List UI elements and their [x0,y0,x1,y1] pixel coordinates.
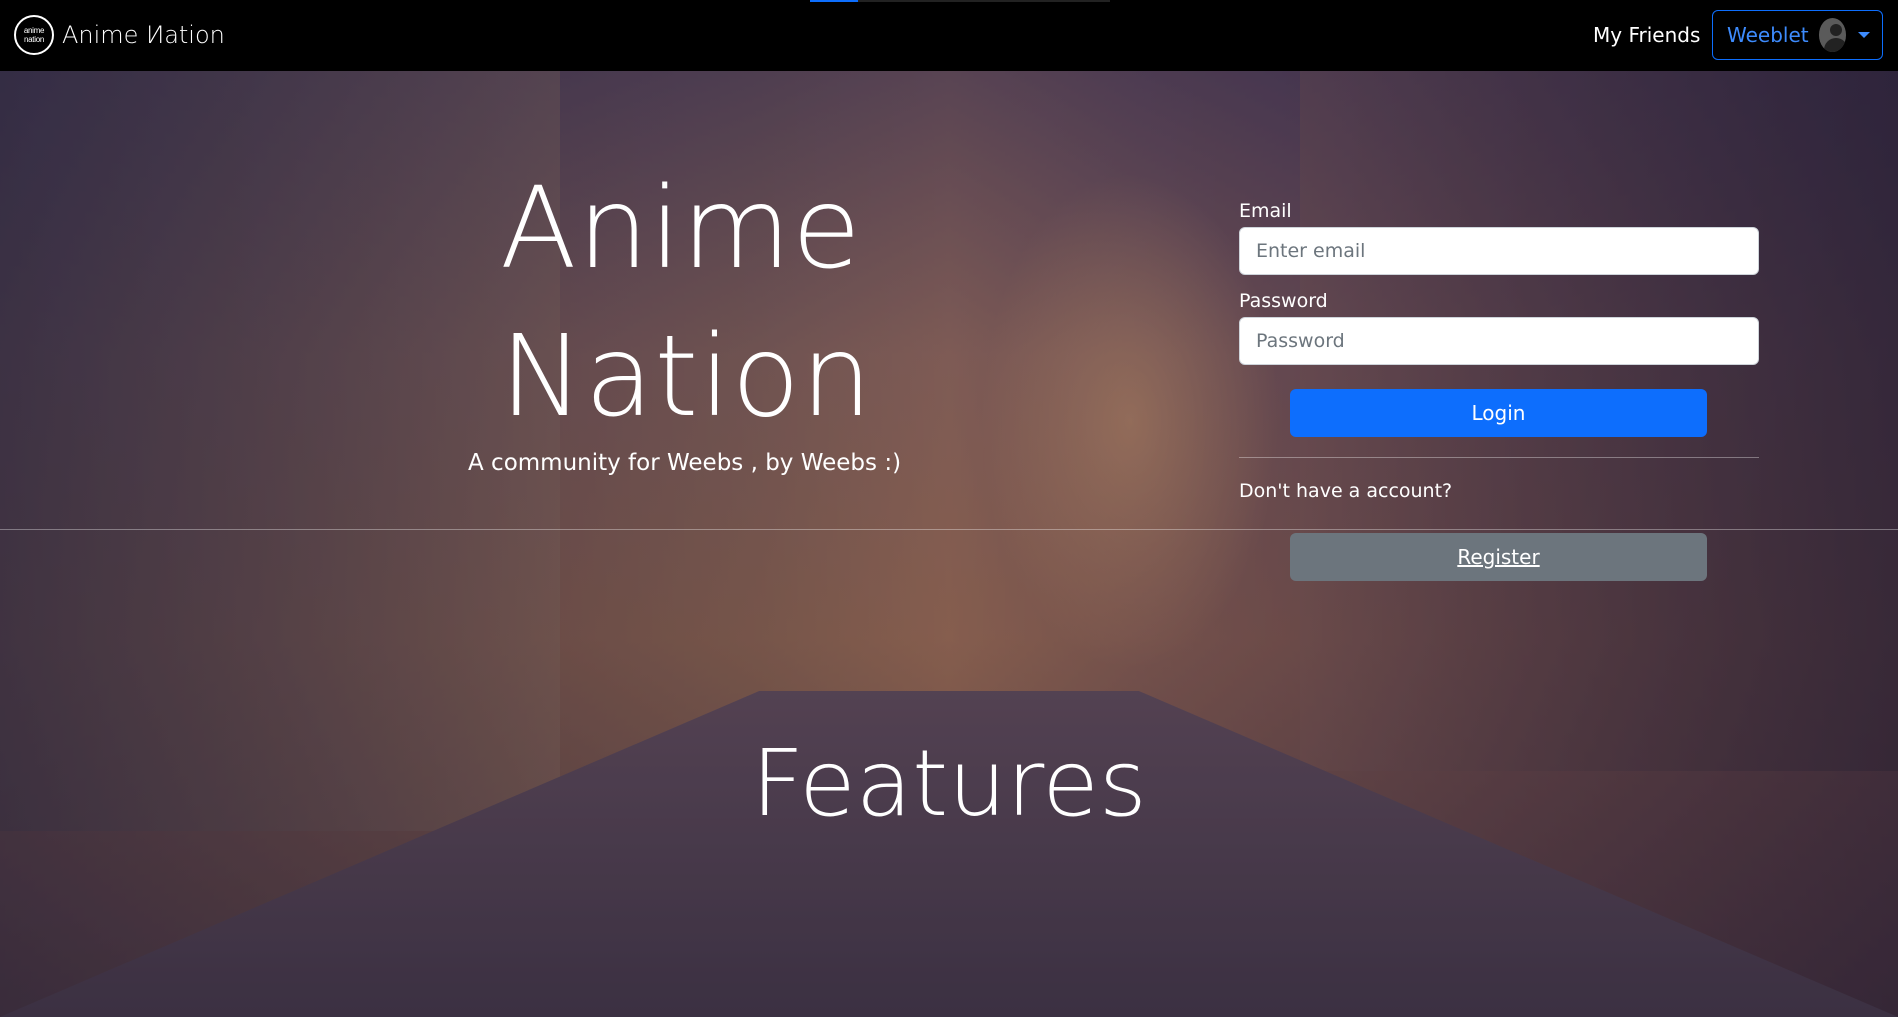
password-field[interactable] [1239,317,1759,365]
brand-name: Anime Иation [62,21,225,49]
signup-prompt: Don't have a account? [1239,480,1453,502]
email-label: Email [1239,200,1292,222]
brand-home-link[interactable]: anime nation Anime Иation [14,14,225,56]
logo-text-line1: anime [23,26,45,35]
page-loading-bar [810,0,1110,2]
user-name: Weeblet [1727,23,1809,47]
anime-nation-logo-icon: anime nation [14,15,54,55]
login-button[interactable]: Login [1290,389,1707,437]
logo-text-line2: nation [24,35,44,44]
hero-title: Anime Nation [500,155,900,451]
user-avatar-icon [1818,18,1846,52]
features-heading: Features [751,730,1147,837]
register-button[interactable]: Register [1290,533,1707,581]
section-divider [0,529,1898,530]
caret-down-icon [1858,32,1870,38]
top-navbar: anime nation Anime Иation My Friends Wee… [0,0,1898,71]
user-menu-button[interactable]: Weeblet [1712,10,1883,60]
hero-title-line1: Anime [500,164,862,294]
page-loading-bar-fill [810,0,858,2]
email-field[interactable] [1239,227,1759,275]
password-label: Password [1239,290,1328,312]
hero-subtitle: A community for Weebs , by Weebs :) [468,450,902,476]
my-friends-link[interactable]: My Friends [1593,23,1700,47]
form-divider [1239,457,1759,458]
hero-title-line2: Nation [500,312,873,442]
